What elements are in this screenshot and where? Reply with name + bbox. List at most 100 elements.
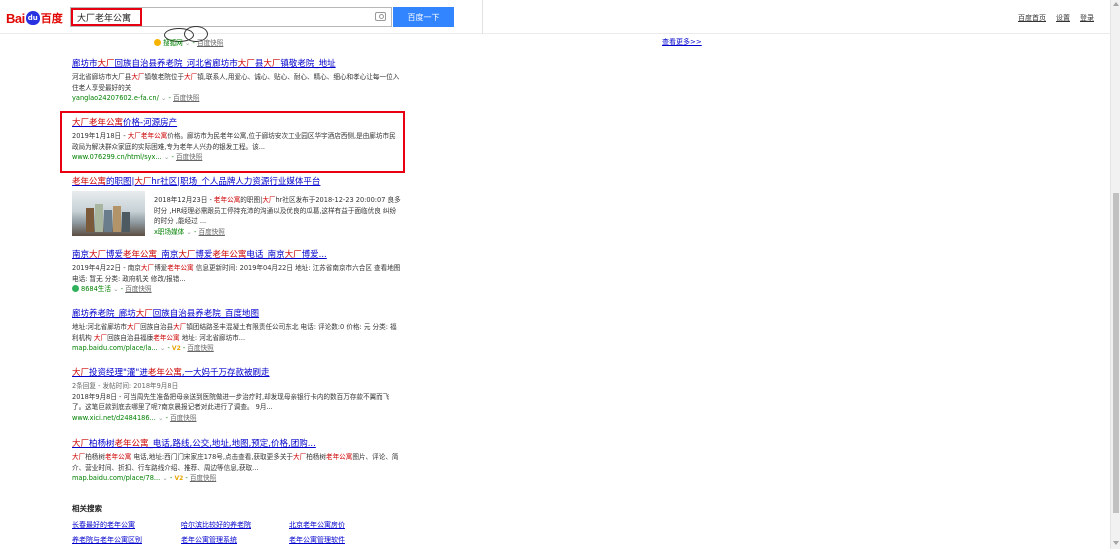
- search-button[interactable]: 百度一下: [393, 7, 454, 27]
- related-link[interactable]: 老年公寓管理系统: [181, 535, 289, 545]
- keyword-highlight: 大厂: [97, 59, 115, 69]
- text-segment: 价格-河源房产: [123, 118, 178, 128]
- text-segment: 2018年12月23日 -: [154, 196, 214, 204]
- keyword-highlight: 大厂: [262, 196, 276, 204]
- related-link[interactable]: 北京老年公寓房价: [289, 520, 389, 530]
- text-segment: 廊坊养老院_廊坊: [72, 309, 136, 319]
- chevron-down-icon[interactable]: ⌄: [185, 39, 193, 47]
- keyword-highlight: 大厂: [173, 323, 187, 331]
- result-title[interactable]: 大厂老年公寓价格-河源房产: [72, 118, 402, 129]
- result-url: map.baidu.com/place/la... ⌄ - V2 - 百度快照: [72, 344, 214, 352]
- keyword-highlight: 老年公寓: [153, 333, 180, 342]
- result-abstract: 2019年1月18日 - 大厂老年公寓价格。廊坊市为民老年公寓,位于廊坊安次工业…: [72, 131, 402, 152]
- keyword-highlight: 大厂老年公寓: [127, 132, 168, 140]
- result-abstract: 2018年12月23日 - 老年公寓的职图|大厂hr社区发布于2018-12-2…: [154, 195, 402, 227]
- result-title[interactable]: 廊坊市大厂回族自治县养老院_河北省廊坊市大厂县大厂镇敬老院_地址: [72, 59, 402, 70]
- keyword-highlight: 大厂老年公寓: [72, 118, 124, 128]
- keyword-highlight: 大厂: [140, 264, 155, 272]
- related-title: 相关搜索: [72, 504, 102, 513]
- login-link[interactable]: 登录: [1080, 13, 1094, 23]
- scrollbar-thumb[interactable]: [1113, 193, 1119, 513]
- settings-link[interactable]: 设置: [1056, 13, 1070, 23]
- v-badge-icon: V2: [174, 475, 184, 482]
- chevron-down-icon[interactable]: ⌄: [186, 228, 192, 236]
- text-segment: 电话,地址:西门门宋家庄178号,点击查看,获取更多关于: [131, 453, 294, 461]
- text-segment: 2019年1月18日 -: [72, 132, 128, 140]
- keyword-highlight: 老年公寓: [325, 453, 353, 461]
- related-link[interactable]: 老年公寓管理软件: [289, 535, 389, 545]
- text-segment: hr社区|职场_个人品牌人力资源行业媒体平台: [151, 177, 321, 187]
- text-segment: 博爱: [154, 264, 168, 272]
- text-segment: 投资经理"灌"进: [89, 368, 148, 378]
- text-segment: 柏杨树: [89, 439, 115, 449]
- text-segment: 镇敬老院_地址: [280, 59, 336, 69]
- keyword-highlight: 大厂: [135, 309, 153, 319]
- chevron-down-icon[interactable]: ⌄: [113, 285, 119, 293]
- related-searches: 相关搜索: [72, 503, 102, 514]
- result-thumbnail[interactable]: [72, 191, 145, 236]
- related-link[interactable]: 哈尔滨比较好的养老院: [181, 520, 289, 530]
- text-segment: 柏杨树: [306, 453, 326, 461]
- text-segment: 南京: [72, 250, 90, 260]
- text-segment: 博爱: [106, 250, 124, 260]
- camera-icon[interactable]: [375, 12, 386, 21]
- result-title[interactable]: 南京大厂博爱老年公寓_南京大厂博爱老年公寓电话_南京大厂博爱...: [72, 250, 402, 261]
- result-url: www.xici.net/d2484186... ⌄ - 百度快照: [72, 413, 197, 422]
- result-item: 大厂老年公寓价格-河源房产 2019年1月18日 - 大厂老年公寓价格。廊坊市为…: [72, 118, 402, 162]
- keyword-highlight: 大厂: [126, 323, 141, 331]
- keyword-highlight: 大厂: [284, 250, 302, 260]
- chevron-down-icon[interactable]: ⌄: [160, 344, 166, 352]
- text-segment: 柏杨树: [85, 453, 105, 461]
- keyword-highlight: 大厂: [131, 73, 145, 81]
- result-title[interactable]: 大厂柏杨树老年公寓_电话,路线,公交,地址,地图,预定,价格,团购...: [72, 439, 402, 450]
- top-bar: Bai du 百度 百度一下 百度首页 设置 登录: [0, 0, 1110, 34]
- text-segment: 河北省廊坊市大厂县: [72, 73, 132, 81]
- home-link[interactable]: 百度首页: [1018, 13, 1046, 23]
- keyword-highlight: 老年公寓: [147, 368, 182, 378]
- keyword-highlight: 大厂: [178, 250, 196, 260]
- search-box: [70, 7, 392, 27]
- keyword-highlight: 老年公寓: [167, 264, 194, 272]
- text-segment: 2条回复 - 发帖时间: 2018年9月8日: [72, 382, 179, 390]
- text-segment: 2018年9月8日 - 可当周先生准备把母亲送到医院做进一步治疗时,却发现母亲银…: [72, 392, 390, 412]
- keyword-highlight: 大厂: [184, 73, 198, 81]
- scroll-up-icon[interactable]: [1113, 2, 1119, 6]
- chevron-down-icon[interactable]: ⌄: [162, 474, 168, 482]
- keyword-highlight: 老年公寓: [104, 453, 132, 461]
- chevron-down-icon[interactable]: ⌄: [164, 153, 170, 161]
- keyword-highlight: 老年公寓: [114, 439, 149, 449]
- result-url: www.076299.cn/html/syx... ⌄ - 百度快照: [72, 153, 203, 161]
- related-grid: 长春最好的老年公寓 哈尔滨比较好的养老院 北京老年公寓房价 养老院与老年公寓区别…: [72, 520, 389, 545]
- text-segment: 回族自治县: [140, 323, 174, 331]
- text-segment: 回族自治县养老院_百度地图: [152, 309, 260, 319]
- text-segment: 回族自治县养老院_河北省廊坊市: [114, 59, 238, 69]
- result-item: 南京大厂博爱老年公寓_南京大厂博爱老年公寓电话_南京大厂博爱... 2019年4…: [72, 250, 402, 294]
- related-link[interactable]: 养老院与老年公寓区别: [72, 535, 181, 545]
- related-link[interactable]: 长春最好的老年公寓: [72, 520, 181, 530]
- keyword-highlight: 大厂: [93, 333, 108, 342]
- vertical-scrollbar[interactable]: [1110, 0, 1120, 549]
- result-title[interactable]: 大厂投资经理"灌"进老年公寓,一大妈千万存款被刷走: [72, 368, 402, 379]
- text-segment: 地址: 河北省廊坊市...: [179, 333, 246, 342]
- keyword-highlight: 大厂: [134, 177, 152, 187]
- search-input[interactable]: [71, 8, 361, 26]
- chevron-down-icon[interactable]: ⌄: [158, 414, 164, 422]
- result-url: 8684生活 ⌄ - 百度快照: [72, 284, 402, 294]
- paw-icon: du: [25, 11, 40, 25]
- chevron-down-icon[interactable]: ⌄: [161, 94, 167, 102]
- scroll-down-icon[interactable]: [1113, 541, 1119, 545]
- result-abstract: 2019年4月22日 - 南京大厂博爱老年公寓 信息更新时间: 2019年04月…: [72, 263, 402, 284]
- result-url: x职场媒体 ⌄ - 百度快照: [154, 227, 225, 236]
- keyword-highlight: 大厂: [89, 250, 107, 260]
- text-segment: 博爱: [195, 250, 213, 260]
- result-title[interactable]: 老年公寓的职图|大厂hr社区|职场_个人品牌人力资源行业媒体平台: [72, 177, 402, 188]
- see-more-link[interactable]: 查看更多>>: [662, 37, 702, 47]
- divider: [482, 0, 483, 34]
- baidu-logo[interactable]: Bai du 百度: [6, 9, 63, 27]
- keyword-highlight: 老年公寓: [123, 250, 158, 260]
- result-url: map.baidu.com/place/78... ⌄ - V2 - 百度快照: [72, 474, 217, 482]
- text-segment: _南京: [157, 250, 179, 260]
- result-item: 老年公寓的职图|大厂hr社区|职场_个人品牌人力资源行业媒体平台 2018年12…: [72, 177, 402, 236]
- text-segment: 2019年4月22日 - 南京: [72, 264, 141, 272]
- result-title[interactable]: 廊坊养老院_廊坊大厂回族自治县养老院_百度地图: [72, 309, 402, 320]
